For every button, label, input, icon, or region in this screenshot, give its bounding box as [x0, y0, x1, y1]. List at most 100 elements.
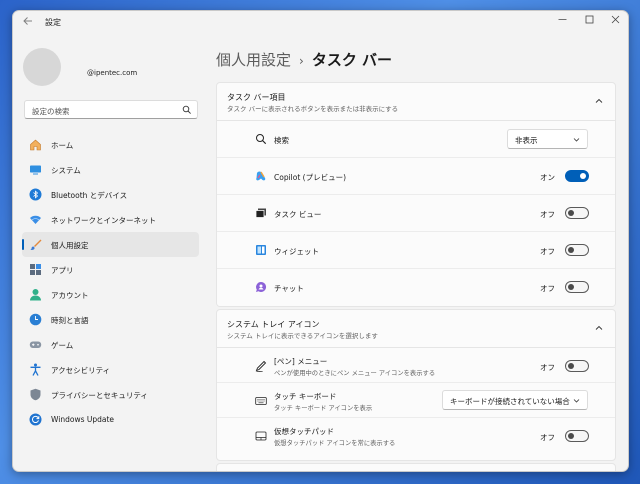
- row-label: 仮想タッチパッド: [274, 427, 334, 436]
- account-icon: [30, 289, 41, 301]
- row-description: タッチ キーボード アイコンを表示: [274, 405, 373, 412]
- wifi-icon: [30, 215, 41, 224]
- sidebar-item-label: プライバシーとセキュリティ: [51, 391, 148, 400]
- row-label: タスク ビュー: [274, 210, 322, 219]
- pen-menu-toggle[interactable]: [565, 360, 589, 372]
- chevron-down-icon: [573, 399, 580, 403]
- row-description: 仮想タッチパッド アイコンを常に表示する: [274, 440, 396, 447]
- dropdown-value: 非表示: [515, 136, 538, 145]
- pen-menu-row: [ペン] メニュー ペンが使用中のときにペン メニュー アイコンを表示する オフ: [217, 348, 615, 383]
- taskbar-items-header[interactable]: タスク バー項目 タスク バーに表示されるボタンを表示または非表示にする: [217, 83, 615, 121]
- clock-language-icon: [29, 313, 42, 326]
- row-description: ペンが使用中のときにペン メニュー アイコンを表示する: [274, 370, 436, 377]
- window-title: 設定: [45, 18, 61, 27]
- sidebar-nav: ホーム システム Bluetooth とデバイス ネットワークとインターネット …: [22, 132, 199, 432]
- sidebar-item-label: Bluetooth とデバイス: [51, 191, 128, 200]
- search-dropdown[interactable]: 非表示: [507, 129, 588, 149]
- section-subtitle: システム トレイに表示できるアイコンを選択します: [227, 332, 378, 340]
- row-label: チャット: [274, 284, 304, 293]
- copilot-toggle[interactable]: [565, 170, 589, 182]
- sidebar-item-apps[interactable]: アプリ: [22, 257, 199, 282]
- search-input[interactable]: 設定の検索: [24, 100, 198, 119]
- sidebar-item-gaming[interactable]: ゲーム: [22, 332, 199, 357]
- sidebar-item-label: 時刻と言語: [51, 316, 89, 325]
- sidebar-item-windows-update[interactable]: Windows Update: [22, 407, 199, 432]
- close-button[interactable]: [607, 15, 623, 29]
- account-email: @ipentec.com: [87, 69, 138, 77]
- widgets-row: ウィジェット オフ: [217, 232, 615, 269]
- chevron-up-icon[interactable]: [595, 97, 603, 105]
- search-icon: [256, 134, 267, 145]
- toggle-state-label: オフ: [540, 247, 555, 256]
- title-bar: 設定: [13, 11, 628, 35]
- toggle-state-label: オフ: [540, 210, 555, 219]
- maximize-icon: [585, 15, 593, 24]
- task-view-icon: [255, 208, 266, 218]
- settings-window: 設定 @ipentec.com 設定の検索 ホーム システム Bluetooth…: [12, 10, 629, 472]
- breadcrumb-parent[interactable]: 個人用設定: [216, 51, 291, 69]
- system-tray-icons-header[interactable]: システム トレイ アイコン システム トレイに表示できるアイコンを選択します: [217, 310, 615, 348]
- widgets-toggle[interactable]: [565, 244, 589, 256]
- avatar[interactable]: [23, 48, 61, 86]
- sidebar-item-accessibility[interactable]: アクセシビリティ: [22, 357, 199, 382]
- sidebar-item-privacy-security[interactable]: プライバシーとセキュリティ: [22, 382, 199, 407]
- sidebar-item-label: ネットワークとインターネット: [51, 216, 156, 225]
- close-icon: [611, 15, 619, 24]
- toggle-knob: [568, 363, 574, 369]
- chat-toggle[interactable]: [565, 281, 589, 293]
- sidebar-item-home[interactable]: ホーム: [22, 132, 199, 157]
- sidebar-item-time-language[interactable]: 時刻と言語: [22, 307, 199, 332]
- back-button[interactable]: [21, 16, 35, 30]
- task-view-toggle[interactable]: [565, 207, 589, 219]
- other-tray-icons-section[interactable]: [216, 463, 616, 471]
- chat-row: チャット オフ: [217, 269, 615, 306]
- sidebar-item-bluetooth[interactable]: Bluetooth とデバイス: [22, 182, 199, 207]
- system-icon: [30, 165, 41, 175]
- touch-keyboard-row: タッチ キーボード タッチ キーボード アイコンを表示 キーボードが接続されてい…: [217, 383, 615, 418]
- sidebar-item-personalization[interactable]: 個人用設定: [22, 232, 199, 257]
- shield-icon: [30, 388, 41, 401]
- virtual-touchpad-toggle[interactable]: [565, 430, 589, 442]
- touch-keyboard-dropdown[interactable]: キーボードが接続されていない場合: [442, 390, 588, 410]
- sidebar-item-network[interactable]: ネットワークとインターネット: [22, 207, 199, 232]
- toggle-state-label: オフ: [540, 363, 555, 372]
- brush-icon: [30, 239, 42, 250]
- breadcrumb-separator: ›: [299, 54, 304, 68]
- touchpad-icon: [255, 431, 267, 441]
- windows-update-icon: [29, 413, 42, 426]
- toggle-knob: [568, 433, 574, 439]
- section-title: システム トレイ アイコン: [227, 320, 320, 329]
- search-icon: [182, 105, 191, 114]
- maximize-button[interactable]: [581, 15, 597, 29]
- row-label: Copilot (プレビュー): [274, 173, 347, 182]
- taskbar-items-section: タスク バー項目 タスク バーに表示されるボタンを表示または非表示にする 検索 …: [216, 82, 616, 307]
- accessibility-icon: [30, 363, 41, 376]
- system-tray-icons-section: システム トレイ アイコン システム トレイに表示できるアイコンを選択します […: [216, 309, 616, 461]
- row-label: タッチ キーボード: [274, 392, 337, 401]
- sidebar-item-accounts[interactable]: アカウント: [22, 282, 199, 307]
- sidebar-item-label: アプリ: [51, 266, 74, 275]
- chevron-up-icon[interactable]: [595, 324, 603, 332]
- toggle-knob: [580, 173, 586, 179]
- row-label: 検索: [274, 136, 289, 145]
- chevron-down-icon: [573, 138, 580, 142]
- widgets-icon: [256, 245, 266, 255]
- sidebar-item-label: アカウント: [51, 291, 89, 300]
- toggle-state-label: オフ: [540, 433, 555, 442]
- sidebar-item-label: ゲーム: [51, 341, 74, 350]
- gamepad-icon: [29, 341, 42, 348]
- breadcrumb: 個人用設定 › タスク バー: [216, 49, 392, 70]
- dropdown-value: キーボードが接続されていない場合: [450, 397, 570, 406]
- section-title: タスク バー項目: [227, 93, 286, 102]
- toggle-state-label: オフ: [540, 284, 555, 293]
- sidebar-item-system[interactable]: システム: [22, 157, 199, 182]
- minimize-icon: [558, 19, 566, 20]
- row-label: ウィジェット: [274, 247, 319, 256]
- sidebar-item-label: 個人用設定: [51, 241, 89, 250]
- copilot-icon: [256, 171, 266, 181]
- toggle-knob: [568, 247, 574, 253]
- row-label: [ペン] メニュー: [274, 357, 328, 366]
- minimize-button[interactable]: [554, 15, 570, 29]
- sidebar-item-label: システム: [51, 166, 81, 175]
- keyboard-icon: [255, 397, 267, 405]
